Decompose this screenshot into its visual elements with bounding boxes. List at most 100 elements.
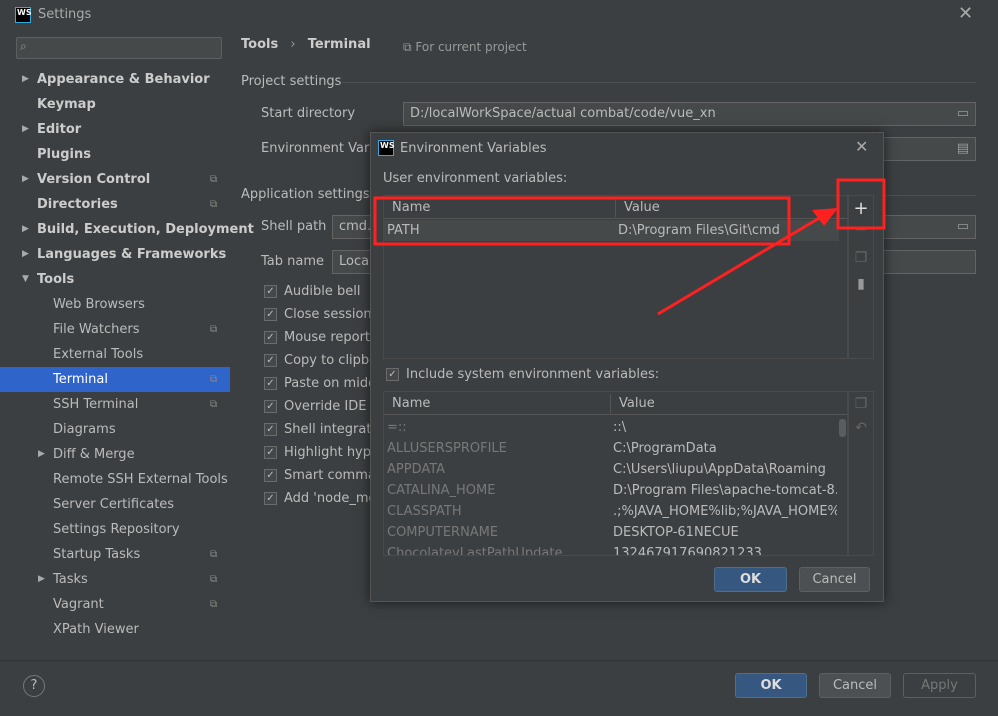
sidebar-item-build-execution-deployment[interactable]: ▶ Build, Execution, Deployment xyxy=(0,217,254,242)
sidebar-item-label: Web Browsers xyxy=(53,297,145,312)
sidebar-item-label: Keymap xyxy=(37,97,96,112)
checkbox[interactable]: ✓ xyxy=(264,423,277,436)
sidebar-item-tools[interactable]: ▼ Tools xyxy=(0,267,230,292)
checkbox[interactable]: ✓ xyxy=(264,400,277,413)
variable-name: CATALINA_HOME xyxy=(387,483,496,498)
sidebar-item-diagrams[interactable]: Diagrams xyxy=(0,417,230,442)
dialog-title: Environment Variables xyxy=(400,141,547,156)
chevron-right-icon[interactable]: ▶ xyxy=(22,167,29,192)
chevron-right-icon[interactable]: ▶ xyxy=(38,567,45,592)
sidebar-item-label: Diagrams xyxy=(53,422,116,437)
variable-value: .;%JAVA_HOME%lib;%JAVA_HOME%... xyxy=(613,504,837,519)
sidebar-item-keymap[interactable]: Keymap xyxy=(0,92,230,117)
chevron-right-icon[interactable]: ▶ xyxy=(22,117,29,142)
remove-icon[interactable]: − xyxy=(853,222,869,238)
document-icon[interactable]: ▤ xyxy=(957,138,969,160)
sidebar-item-plugins[interactable]: Plugins xyxy=(0,142,230,167)
table-row[interactable]: ChocolateyLastPathUpdate 1324679176908212… xyxy=(384,543,839,555)
table-row[interactable]: PATH D:\Program Files\Git\cmd xyxy=(384,220,839,241)
settings-search-input[interactable]: ⌕ xyxy=(16,37,222,59)
sidebar-item-label: Appearance & Behavior xyxy=(37,72,210,87)
column-value[interactable]: Value xyxy=(624,200,660,215)
checkbox[interactable]: ✓ xyxy=(264,492,277,505)
dialog-cancel-button[interactable]: Cancel xyxy=(799,567,870,592)
column-name[interactable]: Name xyxy=(392,396,430,411)
close-icon[interactable]: ✕ xyxy=(958,3,973,24)
start-directory-field[interactable]: D:/localWorkSpace/actual combat/code/vue… xyxy=(403,102,976,126)
sidebar-item-xpath-viewer[interactable]: XPath Viewer xyxy=(0,617,230,642)
sidebar-item-languages-frameworks[interactable]: ▶ Languages & Frameworks xyxy=(0,242,230,267)
chevron-right-icon[interactable]: ▶ xyxy=(22,242,29,267)
undo-icon[interactable]: ↶ xyxy=(853,420,869,436)
ok-button[interactable]: OK xyxy=(735,673,807,698)
sidebar-item-label: External Tools xyxy=(53,347,144,362)
help-icon[interactable]: ? xyxy=(23,675,45,697)
title-bar: WS Settings ✕ xyxy=(0,0,998,30)
search-icon: ⌕ xyxy=(20,39,27,53)
sidebar-item-version-control[interactable]: ▶ Version Control ⧉ xyxy=(0,167,230,192)
checkbox[interactable]: ✓ xyxy=(264,354,277,367)
sidebar-item-directories[interactable]: Directories ⧉ xyxy=(0,192,230,217)
checkbox-label: Smart commar xyxy=(284,468,382,483)
variable-name: ALLUSERSPROFILE xyxy=(387,441,507,456)
sidebar-item-settings-repository[interactable]: Settings Repository xyxy=(0,517,230,542)
folder-icon[interactable]: ▭ xyxy=(957,216,969,238)
copy-icon[interactable]: ❐ xyxy=(853,396,869,412)
checkbox-label: Add 'node_mo xyxy=(284,491,377,506)
sidebar-item-web-browsers[interactable]: Web Browsers xyxy=(0,292,230,317)
folder-icon[interactable]: ▭ xyxy=(957,103,969,125)
sidebar-item-startup-tasks[interactable]: Startup Tasks ⧉ xyxy=(0,542,230,567)
variable-name: PATH xyxy=(387,223,420,238)
breadcrumb-tools[interactable]: Tools xyxy=(241,37,278,52)
checkbox[interactable]: ✓ xyxy=(264,308,277,321)
project-scope-icon: ⧉ xyxy=(210,324,218,335)
variable-value: D:\Program Files\Git\cmd xyxy=(618,223,780,238)
table-header: Name Value xyxy=(384,392,847,415)
dialog-ok-button[interactable]: OK xyxy=(714,567,787,592)
sidebar-item-label: Terminal xyxy=(53,372,108,387)
apply-button[interactable]: Apply xyxy=(903,673,976,698)
chevron-right-icon[interactable]: ▶ xyxy=(22,67,29,92)
sidebar-item-server-certificates[interactable]: Server Certificates xyxy=(0,492,230,517)
sidebar-item-label: Settings Repository xyxy=(53,522,180,537)
include-system-checkbox[interactable]: ✓ xyxy=(386,368,399,381)
sidebar-item-label: Remote SSH External Tools xyxy=(53,472,228,487)
table-row[interactable]: CATALINA_HOME D:\Program Files\apache-tom… xyxy=(384,480,839,501)
webstorm-logo: WS xyxy=(378,140,395,156)
sidebar-item-remote-ssh-external-tools[interactable]: Remote SSH External Tools xyxy=(0,467,230,492)
sidebar-item-terminal[interactable]: Terminal ⧉ xyxy=(0,367,230,392)
table-row[interactable]: CLASSPATH .;%JAVA_HOME%lib;%JAVA_HOME%... xyxy=(384,501,839,522)
chevron-down-icon[interactable]: ▼ xyxy=(22,267,29,292)
sidebar-item-editor[interactable]: ▶ Editor xyxy=(0,117,230,142)
sidebar-item-label: Languages & Frameworks xyxy=(37,247,227,262)
column-value[interactable]: Value xyxy=(619,396,655,411)
checkbox[interactable]: ✓ xyxy=(264,377,277,390)
paste-icon[interactable]: ▮ xyxy=(853,276,869,292)
sidebar-item-vagrant[interactable]: Vagrant ⧉ xyxy=(0,592,230,617)
column-name[interactable]: Name xyxy=(392,200,430,215)
sidebar-item-diff-merge[interactable]: ▶ Diff & Merge xyxy=(0,442,230,467)
close-icon[interactable]: ✕ xyxy=(855,137,868,156)
cancel-button[interactable]: Cancel xyxy=(819,673,891,698)
table-row[interactable]: COMPUTERNAME DESKTOP-61NECUE xyxy=(384,522,839,543)
sidebar-item-file-watchers[interactable]: File Watchers ⧉ xyxy=(0,317,230,342)
sidebar-item-tasks[interactable]: ▶ Tasks ⧉ xyxy=(0,567,230,592)
project-scope-icon: ⧉ xyxy=(210,399,218,410)
checkbox[interactable]: ✓ xyxy=(264,331,277,344)
chevron-right-icon[interactable]: ▶ xyxy=(22,217,29,242)
sidebar-item-appearance-behavior[interactable]: ▶ Appearance & Behavior xyxy=(0,67,230,92)
table-row[interactable]: APPDATA C:\Users\liupu\AppData\Roaming xyxy=(384,459,839,480)
checkbox[interactable]: ✓ xyxy=(264,469,277,482)
table-row[interactable]: ALLUSERSPROFILE C:\ProgramData xyxy=(384,438,839,459)
sidebar-item-ssh-terminal[interactable]: SSH Terminal ⧉ xyxy=(0,392,230,417)
project-scope-icon: ⧉ xyxy=(210,574,218,585)
checkbox-label: Highlight hype xyxy=(284,445,380,460)
add-icon[interactable]: + xyxy=(853,198,869,219)
checkbox[interactable]: ✓ xyxy=(264,446,277,459)
chevron-right-icon[interactable]: ▶ xyxy=(38,442,45,467)
checkbox[interactable]: ✓ xyxy=(264,285,277,298)
copy-icon[interactable]: ❐ xyxy=(853,250,869,266)
table-row[interactable]: =::::\ xyxy=(384,417,839,438)
scrollbar[interactable] xyxy=(839,419,846,437)
sidebar-item-external-tools[interactable]: External Tools xyxy=(0,342,230,367)
